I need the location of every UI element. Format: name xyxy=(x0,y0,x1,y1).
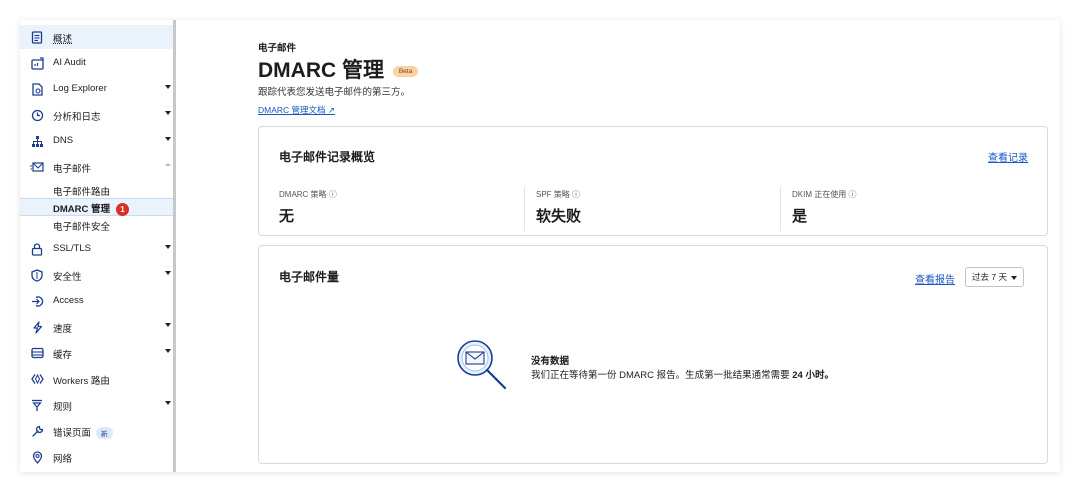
stat-spf-policy: SPF 策略 ⓘ 软失败 xyxy=(536,189,581,229)
empty-state-text-bold: 24 小时。 xyxy=(792,370,834,381)
clock-icon xyxy=(30,108,44,122)
email-records-overview-card: 电子邮件记录概览 查看记录 DMARC 策略 ⓘ 无 SPF 策略 ⓘ 软失败 … xyxy=(258,126,1048,236)
shield-icon xyxy=(30,268,44,282)
card-title: 电子邮件量 xyxy=(279,270,340,284)
stat-label: SPF 策略 ⓘ xyxy=(536,190,581,199)
notification-badge: 1 xyxy=(116,202,129,216)
page-title: DMARC 管理 Beta xyxy=(258,54,419,84)
sidebar-item-label: 速度 xyxy=(53,324,73,335)
email-volume-card: 电子邮件量 查看报告 过去 7 天 没有数据 我们正在等待第一份 DMARC 报… xyxy=(258,245,1048,464)
sidebar-item-log-explorer[interactable]: Log Explorer xyxy=(20,77,173,101)
empty-state-text: 我们正在等待第一份 DMARC 报告。生成第一批结果通常需要 24 小时。 xyxy=(531,367,834,381)
empty-state-text-main: 我们正在等待第一份 DMARC 报告。生成第一批结果通常需要 xyxy=(531,370,793,381)
sidebar-item-ai-audit[interactable]: AI Audit xyxy=(20,51,173,75)
chevron-down-icon[interactable] xyxy=(165,349,171,353)
stat-dkim-in-use: DKIM 正在使用 ⓘ 是 xyxy=(792,189,856,229)
sidebar-item-workers-routes[interactable]: Workers 路由 xyxy=(20,367,173,391)
log-explorer-icon xyxy=(30,82,44,96)
sidebar-item-security[interactable]: 安全性 xyxy=(20,263,173,287)
stat-value: 无 xyxy=(279,208,295,225)
page-description: 跟踪代表您发送电子邮件的第三方。 xyxy=(258,87,411,98)
sidebar-item-label: SSL/TLS xyxy=(53,243,92,254)
sidebar-item-email[interactable]: 电子邮件 xyxy=(20,155,173,179)
sidebar-item-label: 规则 xyxy=(53,402,73,413)
app-frame: 概述 AI Audit Log Explorer 分析和日志 DNS 电子邮件 … xyxy=(20,20,1060,472)
workers-icon xyxy=(30,372,44,386)
sidebar-item-dns[interactable]: DNS xyxy=(20,129,173,153)
stat-label: DMARC 策略 ⓘ xyxy=(279,190,337,199)
page-title-text: DMARC 管理 xyxy=(258,59,384,82)
view-reports-link[interactable]: 查看报告 xyxy=(915,271,955,286)
chevron-down-icon[interactable] xyxy=(165,245,171,249)
sidebar-item-label: 电子邮件 xyxy=(53,164,92,175)
section-eyebrow: 电子邮件 xyxy=(258,43,297,54)
stat-dmarc-policy: DMARC 策略 ⓘ 无 xyxy=(279,189,337,229)
card-title: 电子邮件记录概览 xyxy=(279,150,376,164)
chevron-down-icon[interactable] xyxy=(165,137,171,141)
sidebar-subitem-email-security[interactable]: 电子邮件安全 xyxy=(53,219,110,233)
document-icon xyxy=(30,30,44,44)
beta-badge: Beta xyxy=(392,65,419,77)
sidebar-item-label: 错误页面新 xyxy=(53,425,113,440)
rules-icon xyxy=(30,398,44,412)
sidebar: 概述 AI Audit Log Explorer 分析和日志 DNS 电子邮件 … xyxy=(20,20,176,472)
time-range-select[interactable]: 过去 7 天 xyxy=(965,267,1024,287)
lightning-icon xyxy=(30,320,44,334)
sidebar-item-overview[interactable]: 概述 xyxy=(20,25,173,49)
sidebar-item-error-pages[interactable]: 错误页面新 xyxy=(20,419,173,443)
ai-audit-icon xyxy=(30,56,44,70)
sidebar-item-ssl-tls[interactable]: SSL/TLS xyxy=(20,237,173,261)
sidebar-item-label: Access xyxy=(53,295,84,306)
divider xyxy=(780,187,781,231)
sidebar-item-label: Log Explorer xyxy=(53,83,107,94)
chevron-down-icon[interactable] xyxy=(165,323,171,327)
email-icon xyxy=(30,160,44,174)
access-icon xyxy=(30,294,44,308)
stat-label: DKIM 正在使用 ⓘ xyxy=(792,190,857,199)
view-records-link[interactable]: 查看记录 xyxy=(988,149,1028,164)
sidebar-item-text: 错误页面 xyxy=(53,428,92,439)
sidebar-subitem-email-routing[interactable]: 电子邮件路由 xyxy=(53,184,110,198)
sidebar-item-label: Workers 路由 xyxy=(53,376,110,387)
wrench-icon xyxy=(30,424,44,438)
stat-value: 软失败 xyxy=(536,208,582,225)
sidebar-item-label: AI Audit xyxy=(53,57,86,68)
sidebar-item-label: 安全性 xyxy=(53,272,82,283)
sidebar-item-network[interactable]: 网络 xyxy=(20,445,173,469)
empty-state-title: 没有数据 xyxy=(531,356,570,367)
sidebar-item-rules[interactable]: 规则 xyxy=(20,393,173,417)
new-pill: 新 xyxy=(96,427,113,440)
docs-link[interactable]: DMARC 管理文档 ↗ xyxy=(258,104,335,116)
sidebar-subitem-label: DMARC 管理 xyxy=(53,204,110,215)
chevron-down-icon[interactable] xyxy=(165,271,171,275)
sidebar-item-analytics[interactable]: 分析和日志 xyxy=(20,103,173,127)
chevron-down-icon[interactable] xyxy=(165,401,171,405)
time-range-value: 过去 7 天 xyxy=(972,272,1007,282)
magnifier-email-icon xyxy=(455,338,511,394)
sidebar-subitem-dmarc[interactable]: DMARC 管理 1 xyxy=(53,201,129,216)
chevron-down-icon[interactable] xyxy=(165,111,171,115)
location-pin-icon xyxy=(30,450,44,464)
sidebar-item-label: 概述 xyxy=(53,34,73,45)
sidebar-item-label: 分析和日志 xyxy=(53,112,101,123)
chevron-down-icon[interactable] xyxy=(165,85,171,89)
chevron-up-icon[interactable] xyxy=(165,163,171,166)
stat-value: 是 xyxy=(792,208,808,225)
chevron-down-icon xyxy=(1011,276,1017,280)
sidebar-item-label: 缓存 xyxy=(53,350,73,361)
sidebar-item-cache[interactable]: 缓存 xyxy=(20,341,173,365)
network-tree-icon xyxy=(30,134,44,148)
divider xyxy=(524,187,525,231)
sidebar-item-label: 网络 xyxy=(53,454,73,465)
cache-icon xyxy=(30,346,44,360)
main-content: 电子邮件 DMARC 管理 Beta 跟踪代表您发送电子邮件的第三方。 DMAR… xyxy=(258,20,1060,472)
sidebar-item-access[interactable]: Access xyxy=(20,289,173,313)
sidebar-item-speed[interactable]: 速度 xyxy=(20,315,173,339)
sidebar-item-label: DNS xyxy=(53,135,74,146)
lock-icon xyxy=(30,242,44,256)
